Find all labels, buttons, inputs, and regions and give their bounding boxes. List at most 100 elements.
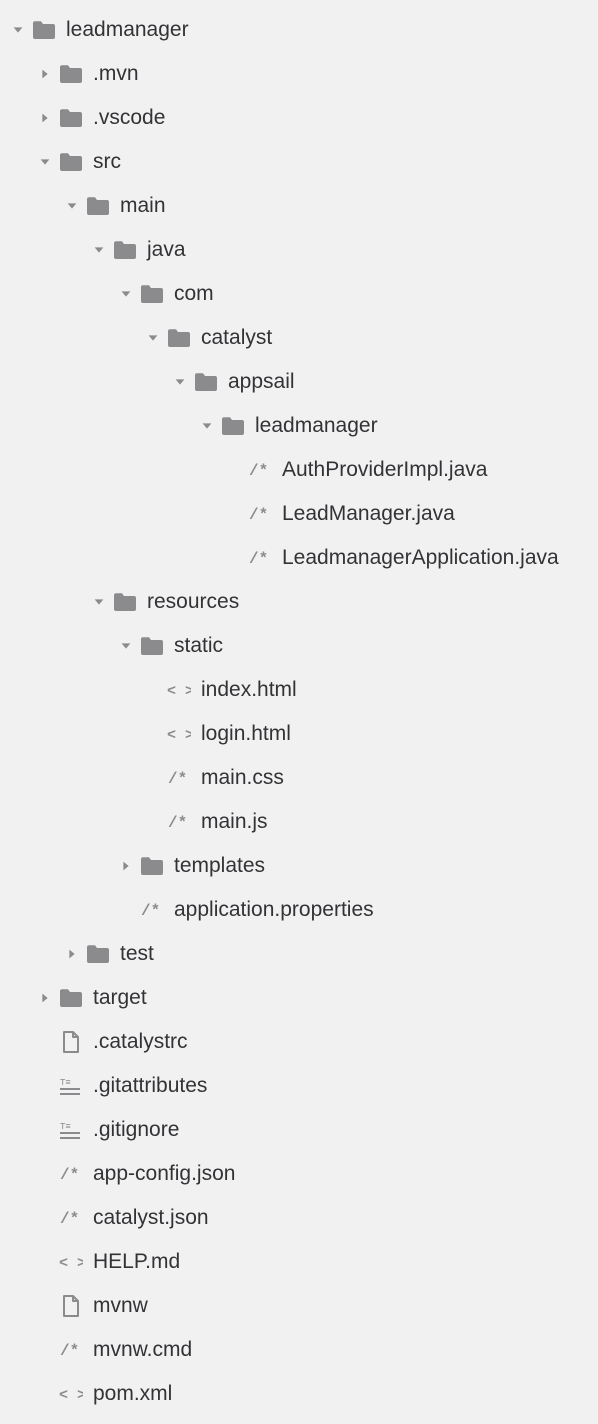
chevron-down-icon[interactable] xyxy=(118,286,134,302)
chevron-down-icon[interactable] xyxy=(199,418,215,434)
code-icon: /* xyxy=(140,898,164,922)
chevron-right-icon[interactable] xyxy=(37,110,53,126)
tree-row[interactable]: com xyxy=(0,272,598,316)
svg-text:< >: < > xyxy=(167,727,191,743)
tree-item-label: pom.xml xyxy=(93,1382,172,1406)
tree-row[interactable]: /* application.properties xyxy=(0,888,598,932)
chevron-right-icon[interactable] xyxy=(37,66,53,82)
tree-item-label: static xyxy=(174,634,223,658)
svg-text:/*: /* xyxy=(168,814,187,831)
tree-row[interactable]: < > pom.xml xyxy=(0,1372,598,1416)
tree-item-label: java xyxy=(147,238,186,262)
tree-item-label: .gitattributes xyxy=(93,1074,207,1098)
tree-row[interactable]: /* LeadmanagerApplication.java xyxy=(0,536,598,580)
tree-row[interactable]: /* main.css xyxy=(0,756,598,800)
folder-icon xyxy=(59,986,83,1010)
markup-icon: < > xyxy=(59,1250,83,1274)
code-icon: /* xyxy=(59,1162,83,1186)
tree-item-label: leadmanager xyxy=(255,414,378,438)
markup-icon: < > xyxy=(167,722,191,746)
tree-row[interactable]: T≡ .gitignore xyxy=(0,1108,598,1152)
folder-icon xyxy=(167,326,191,350)
folder-icon xyxy=(59,62,83,86)
svg-text:/*: /* xyxy=(60,1210,79,1227)
tree-row[interactable]: .vscode xyxy=(0,96,598,140)
folder-icon xyxy=(140,282,164,306)
tree-item-label: src xyxy=(93,150,121,174)
tree-item-label: catalyst.json xyxy=(93,1206,209,1230)
code-icon: /* xyxy=(248,502,272,526)
folder-icon xyxy=(32,18,56,42)
folder-icon xyxy=(221,414,245,438)
tree-row[interactable]: < > index.html xyxy=(0,668,598,712)
file-icon xyxy=(59,1294,83,1318)
tree-row[interactable]: /* LeadManager.java xyxy=(0,492,598,536)
code-icon: /* xyxy=(167,810,191,834)
tree-item-label: resources xyxy=(147,590,239,614)
tree-row[interactable]: /* main.js xyxy=(0,800,598,844)
svg-text:< >: < > xyxy=(59,1255,83,1271)
tree-row[interactable]: .mvn xyxy=(0,52,598,96)
tree-item-label: templates xyxy=(174,854,265,878)
tree-row[interactable]: .catalystrc xyxy=(0,1020,598,1064)
tree-item-label: main xyxy=(120,194,166,218)
tree-row[interactable]: resources xyxy=(0,580,598,624)
tree-row[interactable]: src xyxy=(0,140,598,184)
tree-item-label: app-config.json xyxy=(93,1162,235,1186)
tree-item-label: leadmanager xyxy=(66,18,189,42)
svg-text:/*: /* xyxy=(168,770,187,787)
chevron-down-icon[interactable] xyxy=(172,374,188,390)
tree-item-label: main.css xyxy=(201,766,284,790)
tree-row[interactable]: target xyxy=(0,976,598,1020)
code-icon: /* xyxy=(59,1338,83,1362)
tree-row[interactable]: appsail xyxy=(0,360,598,404)
tree-item-label: HELP.md xyxy=(93,1250,180,1274)
tree-item-label: index.html xyxy=(201,678,297,702)
chevron-down-icon[interactable] xyxy=(91,242,107,258)
folder-icon xyxy=(86,194,110,218)
tree-row[interactable]: java xyxy=(0,228,598,272)
svg-text:T≡: T≡ xyxy=(60,1122,71,1132)
tree-row[interactable]: templates xyxy=(0,844,598,888)
svg-text:< >: < > xyxy=(59,1387,83,1403)
tree-row[interactable]: leadmanager xyxy=(0,404,598,448)
chevron-right-icon[interactable] xyxy=(37,990,53,1006)
chevron-down-icon[interactable] xyxy=(64,198,80,214)
tree-item-label: target xyxy=(93,986,147,1010)
tree-row[interactable]: main xyxy=(0,184,598,228)
tree-row[interactable]: test xyxy=(0,932,598,976)
tree-row[interactable]: /* app-config.json xyxy=(0,1152,598,1196)
tree-row[interactable]: /* catalyst.json xyxy=(0,1196,598,1240)
chevron-down-icon[interactable] xyxy=(10,22,26,38)
tree-item-label: .mvn xyxy=(93,62,139,86)
code-icon: /* xyxy=(248,546,272,570)
code-icon: /* xyxy=(167,766,191,790)
tree-row[interactable]: mvnw xyxy=(0,1284,598,1328)
chevron-down-icon[interactable] xyxy=(145,330,161,346)
svg-text:/*: /* xyxy=(60,1342,79,1359)
tree-item-label: LeadManager.java xyxy=(282,502,455,526)
tree-item-label: main.js xyxy=(201,810,268,834)
chevron-right-icon[interactable] xyxy=(64,946,80,962)
tree-row[interactable]: < > login.html xyxy=(0,712,598,756)
tree-row[interactable]: /* AuthProviderImpl.java xyxy=(0,448,598,492)
chevron-right-icon[interactable] xyxy=(118,858,134,874)
folder-icon xyxy=(140,854,164,878)
chevron-down-icon[interactable] xyxy=(91,594,107,610)
svg-text:< >: < > xyxy=(167,683,191,699)
tree-row[interactable]: static xyxy=(0,624,598,668)
tree-row[interactable]: leadmanager xyxy=(0,8,598,52)
tree-row[interactable]: catalyst xyxy=(0,316,598,360)
tree-item-label: LeadmanagerApplication.java xyxy=(282,546,559,570)
tree-row[interactable]: /* mvnw.cmd xyxy=(0,1328,598,1372)
chevron-down-icon[interactable] xyxy=(118,638,134,654)
markup-icon: < > xyxy=(167,678,191,702)
folder-icon xyxy=(59,106,83,130)
tree-row[interactable]: < > HELP.md xyxy=(0,1240,598,1284)
tree-item-label: AuthProviderImpl.java xyxy=(282,458,487,482)
tree-item-label: test xyxy=(120,942,154,966)
chevron-down-icon[interactable] xyxy=(37,154,53,170)
folder-icon xyxy=(113,238,137,262)
tree-item-label: mvnw.cmd xyxy=(93,1338,192,1362)
tree-row[interactable]: T≡ .gitattributes xyxy=(0,1064,598,1108)
